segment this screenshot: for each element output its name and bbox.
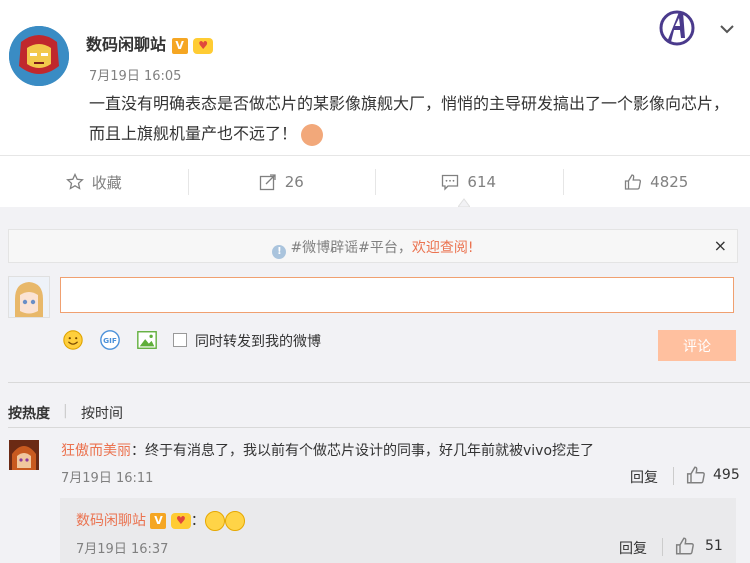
repost-icon bbox=[259, 174, 276, 191]
post-time[interactable]: 7月19日 16:05 bbox=[89, 65, 181, 84]
comment-text: ：终于有消息了，我以前有个做芯片设计的同事，好几年前就被vivo挖走了 bbox=[131, 443, 595, 459]
comment-icon bbox=[442, 174, 459, 191]
comment-reply-button[interactable]: 回复 bbox=[630, 467, 658, 487]
verified-badge: V bbox=[150, 513, 167, 529]
favorite-label: 收藏 bbox=[91, 173, 122, 192]
reply-author-name[interactable]: 数码闲聊站 bbox=[76, 513, 146, 529]
fan-badge-icon: ♥ bbox=[193, 37, 214, 54]
like-count: 4825 bbox=[650, 173, 689, 191]
close-icon[interactable]: × bbox=[714, 236, 727, 255]
comment-time: 7月19日 16:11 bbox=[61, 471, 154, 486]
rumor-notice-bar: ! #微博辟谣#平台，欢迎查阅! × bbox=[8, 229, 738, 263]
avengers-icon[interactable] bbox=[657, 8, 697, 48]
like-icon[interactable] bbox=[686, 465, 706, 485]
author-avatar[interactable] bbox=[9, 26, 69, 86]
comment-like-count: 495 bbox=[713, 467, 740, 483]
notice-link[interactable]: 欢迎查阅! bbox=[412, 240, 474, 256]
reply-body: 数码闲聊站 V ♥： bbox=[76, 510, 245, 531]
smile-emoji-icon bbox=[204, 511, 225, 531]
repost-checkbox-label[interactable]: 同时转发到我的微博 bbox=[195, 331, 321, 351]
reply-text: ： bbox=[190, 513, 205, 529]
comment-count: 614 bbox=[467, 173, 497, 191]
commenter-name[interactable]: 狂傲而美丽 bbox=[61, 443, 131, 459]
favorite-button[interactable]: 收藏 bbox=[0, 156, 188, 208]
repost-button[interactable]: 26 bbox=[187, 156, 376, 208]
comment-body: 狂傲而美丽：终于有消息了，我以前有个做芯片设计的同事，好几年前就被vivo挖走了 bbox=[61, 440, 594, 460]
action-separator bbox=[673, 467, 674, 485]
action-separator bbox=[662, 538, 663, 556]
post-author[interactable]: 数码闲聊站 V ♥ bbox=[86, 31, 214, 55]
like-button[interactable]: 4825 bbox=[562, 156, 750, 208]
smile-emoji-icon bbox=[224, 511, 245, 531]
reply-like-count: 51 bbox=[705, 538, 723, 554]
comment-input[interactable] bbox=[60, 277, 734, 313]
reply-time: 7月19日 16:37 bbox=[76, 542, 169, 557]
chevron-down-icon[interactable] bbox=[716, 18, 738, 40]
sort-divider bbox=[8, 427, 750, 428]
composer-divider bbox=[8, 382, 750, 383]
my-avatar[interactable] bbox=[8, 276, 50, 318]
smiley-icon[interactable] bbox=[61, 329, 85, 351]
notice-content[interactable]: ! #微博辟谣#平台，欢迎查阅! bbox=[9, 237, 737, 259]
emoji-icon bbox=[301, 123, 324, 146]
like-icon[interactable] bbox=[675, 536, 695, 556]
post-text: 一直没有明确表态是否做芯片的某影像旗舰大厂，悄悄的主导研发搞出了一个影像向芯片，… bbox=[89, 89, 734, 149]
comment-pointer bbox=[458, 198, 470, 207]
fan-badge-icon: ♥ bbox=[170, 513, 191, 529]
post-author-name[interactable]: 数码闲聊站 bbox=[86, 35, 166, 54]
post-action-bar: 收藏 26 614 4825 bbox=[0, 155, 750, 209]
commenter-avatar[interactable] bbox=[9, 440, 39, 470]
info-icon: ! bbox=[272, 245, 287, 259]
post-text-content: 一直没有明确表态是否做芯片的某影像旗舰大厂，悄悄的主导研发搞出了一个影像向芯片，… bbox=[89, 94, 730, 143]
gif-icon[interactable]: GIF bbox=[98, 329, 122, 351]
comment-submit-button[interactable]: 评论 bbox=[658, 330, 736, 361]
verified-badge: V bbox=[171, 37, 188, 54]
notice-text[interactable]: #微博辟谣#平台， bbox=[290, 240, 411, 256]
sort-separator: | bbox=[63, 403, 68, 419]
repost-count: 26 bbox=[284, 173, 304, 191]
sort-by-time-tab[interactable]: 按时间 bbox=[81, 403, 123, 423]
image-icon[interactable] bbox=[135, 329, 159, 351]
star-icon bbox=[65, 173, 84, 190]
svg-text:GIF: GIF bbox=[103, 336, 117, 345]
reply-reply-button[interactable]: 回复 bbox=[619, 538, 647, 558]
repost-checkbox[interactable] bbox=[173, 333, 187, 347]
like-icon bbox=[625, 174, 642, 190]
sort-by-hot-tab[interactable]: 按热度 bbox=[8, 403, 50, 423]
